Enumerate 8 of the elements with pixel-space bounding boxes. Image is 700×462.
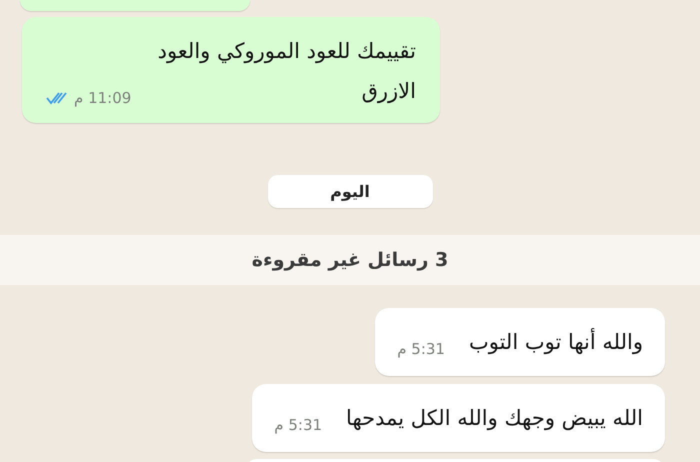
- message-time: 5:31 م: [397, 340, 445, 358]
- date-chip: اليوم: [268, 175, 432, 208]
- message-text: تقييمك للعود الموروكي والعود الازرق: [156, 38, 416, 106]
- message-time: 5:31 م: [274, 416, 322, 434]
- message-text: والله أنها توب التوب: [468, 327, 643, 356]
- unread-banner: 3 رسائل غير مقروءة: [0, 235, 700, 285]
- message-time: 11:09 م: [74, 89, 132, 107]
- message-text: الله يبيض وجهك والله الكل يمدحها: [346, 405, 643, 432]
